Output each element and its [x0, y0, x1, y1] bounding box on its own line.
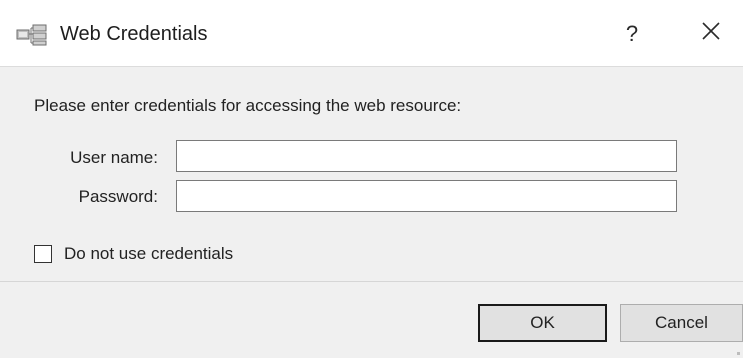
close-icon — [701, 21, 721, 47]
footer-divider — [0, 281, 743, 282]
no-credentials-checkbox[interactable] — [34, 245, 52, 263]
window-title: Web Credentials — [60, 23, 208, 45]
prompt-text: Please enter credentials for accessing t… — [34, 96, 462, 115]
web-credentials-dialog: Web Credentials ? Please enter credentia… — [0, 0, 743, 358]
no-credentials-option[interactable]: Do not use credentials — [34, 244, 233, 264]
no-credentials-label: Do not use credentials — [64, 244, 234, 263]
password-input[interactable] — [176, 180, 677, 212]
user-name-input[interactable] — [176, 140, 677, 172]
title-bar: Web Credentials ? — [0, 0, 743, 67]
user-name-label: User name: — [70, 148, 158, 167]
resize-grip[interactable] — [737, 352, 740, 355]
close-button[interactable] — [689, 17, 733, 51]
ok-button[interactable]: OK — [478, 304, 607, 342]
help-button[interactable]: ? — [610, 17, 654, 51]
network-share-icon — [16, 24, 48, 46]
cancel-button[interactable]: Cancel — [620, 304, 743, 342]
password-label: Password: — [78, 187, 158, 206]
